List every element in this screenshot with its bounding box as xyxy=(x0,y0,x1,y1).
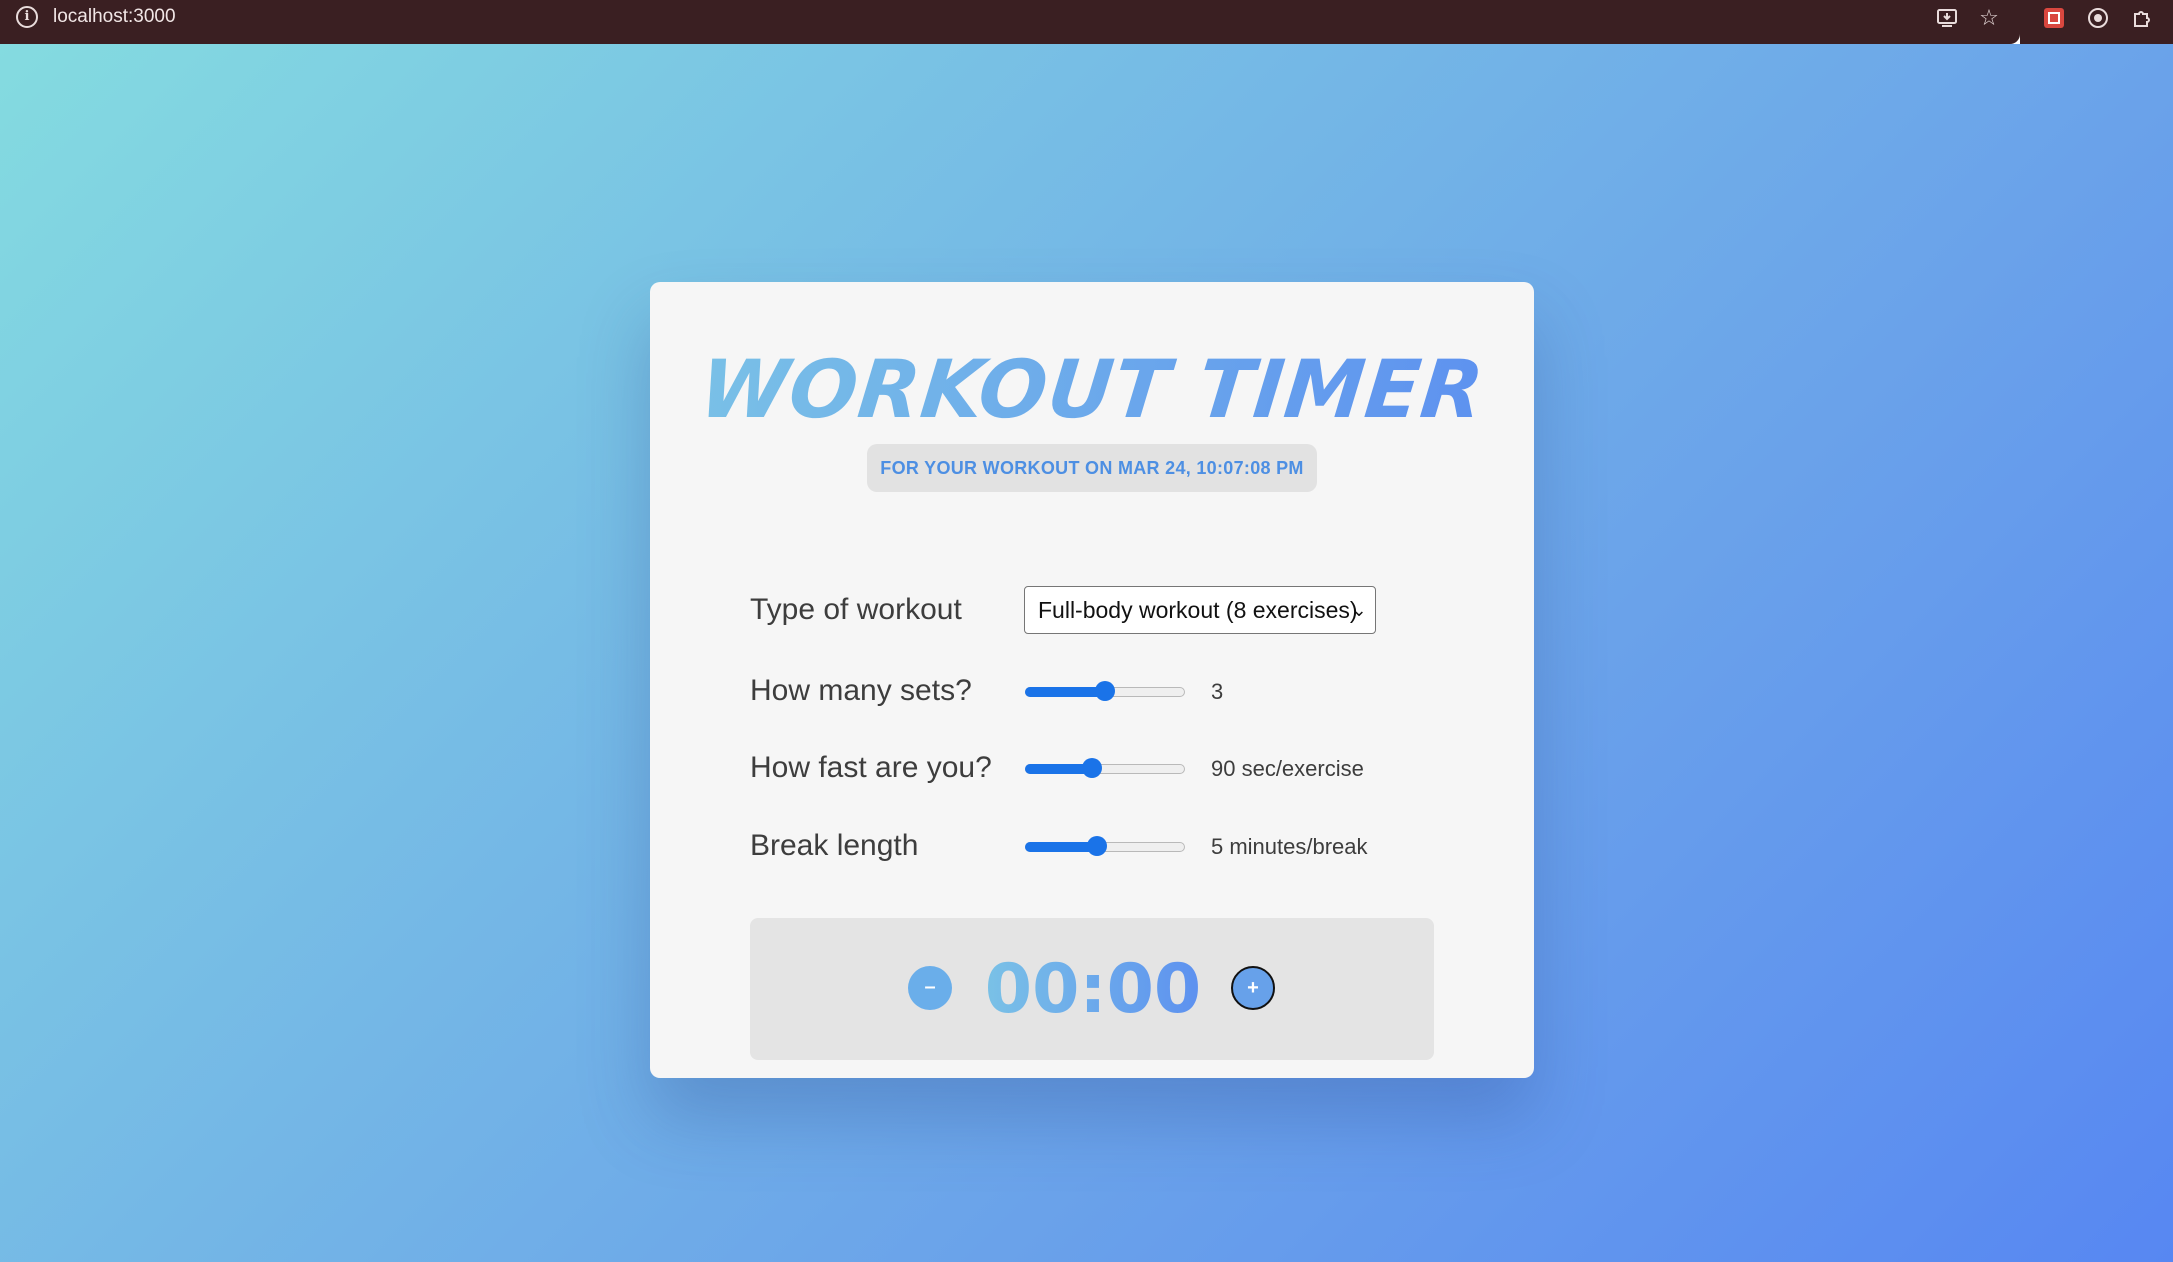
sets-value: 3 xyxy=(1211,679,1224,704)
extension-red-icon[interactable] xyxy=(2040,4,2068,32)
timer-display: 00:00 xyxy=(978,948,1208,1032)
sets-slider[interactable] xyxy=(1025,681,1185,701)
workout-type-selected-value: Full-body workout (8 exercises) xyxy=(1038,597,1358,623)
decrease-time-button[interactable]: – xyxy=(908,966,952,1010)
slider-thumb[interactable] xyxy=(1082,758,1102,778)
info-circle-icon[interactable]: i xyxy=(16,6,38,28)
browser-extensions-area xyxy=(2020,0,2173,44)
slider-thumb[interactable] xyxy=(1095,681,1115,701)
extensions-puzzle-icon[interactable] xyxy=(2128,4,2156,32)
workout-type-label: Type of workout xyxy=(750,593,962,626)
record-icon[interactable] xyxy=(2084,4,2112,32)
install-app-icon[interactable] xyxy=(1934,4,1962,32)
slider-thumb[interactable] xyxy=(1087,836,1107,856)
workout-timer-card: WORKOUT TIMER FOR YOUR WORKOUT ON MAR 24… xyxy=(650,282,1534,1078)
bookmark-star-icon[interactable]: ☆ xyxy=(1975,4,2003,32)
break-length-slider[interactable] xyxy=(1025,836,1185,856)
workout-type-select[interactable]: Full-body workout (8 exercises) ⌄ xyxy=(1024,586,1376,634)
page-background: WORKOUT TIMER FOR YOUR WORKOUT ON MAR 24… xyxy=(0,44,2173,1262)
url-text[interactable]: localhost:3000 xyxy=(53,4,176,30)
chevron-down-icon: ⌄ xyxy=(1351,600,1367,620)
increase-time-button[interactable]: + xyxy=(1231,966,1275,1010)
speed-slider[interactable] xyxy=(1025,758,1185,778)
break-length-value: 5 minutes/break xyxy=(1211,834,1368,859)
break-length-label: Break length xyxy=(750,829,919,862)
browser-address-bar: i localhost:3000 ☆ xyxy=(0,0,2020,44)
workout-date-badge: FOR YOUR WORKOUT ON MAR 24, 10:07:08 PM xyxy=(867,444,1317,492)
slider-fill xyxy=(1025,687,1105,697)
sets-label: How many sets? xyxy=(750,674,972,707)
speed-label: How fast are you? xyxy=(750,751,992,784)
page-title: WORKOUT TIMER xyxy=(645,342,1539,438)
timer-panel: – 00:00 + xyxy=(750,918,1434,1060)
speed-value: 90 sec/exercise xyxy=(1211,756,1364,781)
